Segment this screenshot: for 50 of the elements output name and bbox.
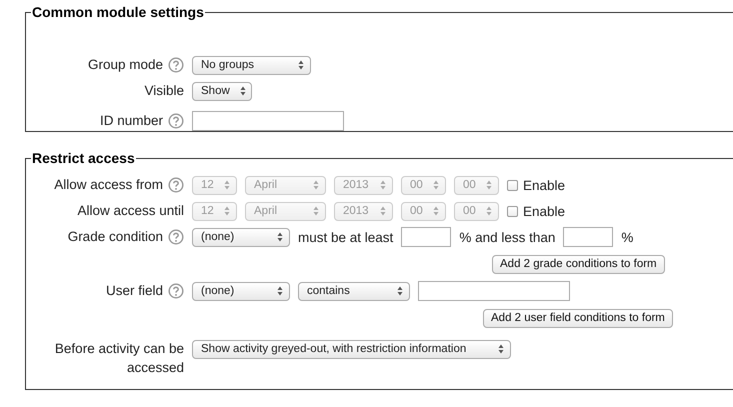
dropdown[interactable]: (none)	[192, 282, 290, 300]
field-label: User field	[106, 282, 163, 300]
help-icon[interactable]	[168, 228, 184, 244]
dropdown[interactable]: No groups	[192, 56, 311, 74]
checkbox-label: Enable	[523, 178, 566, 192]
updown-arrows-icon	[486, 206, 492, 216]
updown-arrows-icon	[277, 232, 283, 242]
updown-arrows-icon	[498, 344, 504, 354]
checkbox-label: Enable	[523, 204, 566, 218]
inline-text: must be at least	[298, 230, 394, 244]
checkbox[interactable]	[507, 206, 518, 216]
dropdown[interactable]: Show activity greyed-out, with restriction information	[192, 340, 511, 358]
checkbox[interactable]	[507, 180, 518, 190]
text-field[interactable]	[192, 111, 344, 131]
updown-arrows-icon	[380, 180, 386, 190]
updown-arrows-icon	[313, 206, 319, 216]
help-icon[interactable]	[168, 56, 184, 72]
inline-text: % and less than	[459, 230, 556, 244]
dropdown[interactable]: (none)	[192, 228, 290, 246]
updown-arrows-icon	[433, 180, 439, 190]
field-label: Visible	[144, 82, 184, 100]
dropdown[interactable]: contains	[298, 282, 410, 300]
dropdown[interactable]: Show	[192, 82, 252, 100]
add-conditions-button[interactable]: Add 2 grade conditions to form	[492, 254, 665, 274]
updown-arrows-icon	[486, 180, 492, 190]
updown-arrows-icon	[397, 286, 403, 296]
updown-arrows-icon	[380, 206, 386, 216]
field-label: Allow access from	[54, 176, 163, 194]
text-field[interactable]	[418, 281, 570, 301]
updown-arrows-icon	[240, 86, 246, 96]
field-label: Before activity can be accessed	[54, 340, 184, 377]
updown-arrows-icon	[224, 180, 230, 190]
section-title: Common module settings	[31, 4, 205, 20]
add-conditions-button[interactable]: Add 2 user field conditions to form	[483, 308, 673, 328]
help-icon[interactable]	[168, 112, 184, 128]
field-label: Allow access until	[77, 202, 184, 220]
section-title: Restrict access	[31, 150, 136, 166]
text-field[interactable]	[563, 227, 614, 247]
updown-arrows-icon	[277, 286, 283, 296]
updown-arrows-icon	[433, 206, 439, 216]
help-icon[interactable]	[168, 282, 184, 298]
text-field[interactable]	[401, 227, 452, 247]
field-label: Grade condition	[68, 228, 163, 246]
field-label: ID number	[100, 112, 163, 130]
updown-arrows-icon	[224, 206, 230, 216]
inline-text: %	[621, 230, 634, 244]
updown-arrows-icon	[298, 60, 304, 70]
field-label: Group mode	[88, 56, 163, 74]
updown-arrows-icon	[313, 180, 319, 190]
help-icon[interactable]	[168, 176, 184, 192]
